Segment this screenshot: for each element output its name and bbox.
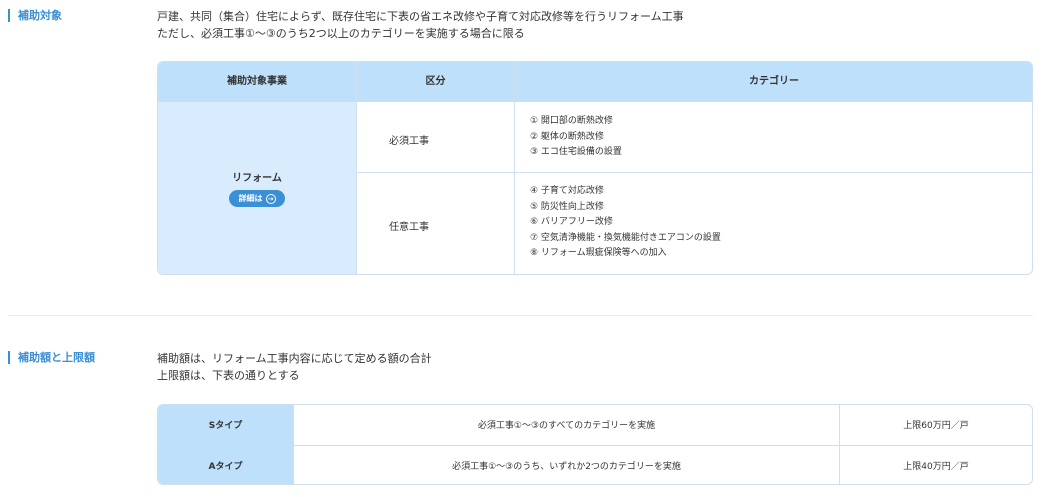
eligibility-description: 戸建、共同（集合）住宅によらず、既存住宅に下表の省エネ改修や子育て対応改修等を行… (157, 8, 684, 42)
divider (357, 172, 1032, 173)
list-item: ⑦ 空気清浄機能・換気機能付きエアコンの設置 (530, 232, 721, 243)
limit-table: Sタイプ 必須工事①〜③のすべてのカテゴリーを実施 上限60万円／戸 Aタイプ … (157, 404, 1033, 485)
table-header: 補助対象事業 区分 カテゴリー (158, 62, 1032, 102)
condition-s: 必須工事①〜③のすべてのカテゴリーを実施 (477, 421, 656, 431)
type-s: Sタイプ (208, 421, 243, 431)
category-list-required: ① 開口部の断熱改修 ② 躯体の断熱改修 ③ エコ住宅設備の設置 (530, 114, 622, 161)
kubun-required: 必須工事 (389, 136, 429, 147)
section-label-eligibility: 補助対象 (8, 9, 62, 22)
eligibility-table: 補助対象事業 区分 カテゴリー リフォーム 詳細は → 必須工事 ① 開口部の断… (157, 61, 1033, 275)
list-item: ③ エコ住宅設備の設置 (530, 147, 622, 157)
eligibility-desc-line-1: 戸建、共同（集合）住宅によらず、既存住宅に下表の省エネ改修や子育て対応改修等を行… (157, 10, 684, 23)
divider (158, 445, 1032, 446)
category-list-optional: ④ 子育て対応改修 ⑤ 防災性向上改修 ⑥ バリアフリー改修 ⑦ 空気清浄機能・… (530, 184, 721, 262)
amount-desc-line-1: 補助額は、リフォーム工事内容に応じて定める額の合計 (157, 352, 432, 365)
list-item: ⑤ 防災性向上改修 (530, 201, 604, 212)
details-button[interactable]: 詳細は → (229, 190, 285, 207)
condition-a: 必須工事①〜③のうち、いずれか2つのカテゴリーを実施 (452, 462, 681, 472)
eligibility-desc-line-2: ただし、必須工事①〜③のうち2つ以上のカテゴリーを実施する場合に限る (157, 27, 525, 40)
section-label-amount: 補助額と上限額 (8, 351, 95, 364)
kubun-optional: 任意工事 (389, 222, 429, 233)
limit-s: 上限60万円／戸 (903, 421, 969, 431)
details-button-label: 詳細は (238, 194, 263, 203)
arrow-right-circle-icon: → (265, 193, 276, 204)
divider (514, 62, 515, 274)
section-divider (8, 315, 1033, 316)
type-a: Aタイプ (208, 462, 243, 472)
header-project: 補助対象事業 (227, 76, 287, 87)
amount-description: 補助額は、リフォーム工事内容に応じて定める額の合計 上限額は、下表の通りとする (157, 350, 432, 384)
project-name: リフォーム (232, 173, 282, 184)
limit-a: 上限40万円／戸 (903, 462, 969, 472)
list-item: ④ 子育て対応改修 (530, 186, 604, 196)
list-item: ① 開口部の断熱改修 (530, 116, 613, 126)
amount-desc-line-2: 上限額は、下表の通りとする (157, 369, 300, 382)
header-category: カテゴリー (749, 76, 799, 87)
divider (356, 62, 357, 274)
list-item: ⑥ バリアフリー改修 (530, 217, 613, 227)
project-cell (158, 102, 356, 274)
header-kubun: 区分 (425, 76, 446, 87)
list-item: ② 躯体の断熱改修 (530, 131, 604, 142)
list-item: ⑧ リフォーム瑕疵保険等への加入 (530, 248, 667, 258)
